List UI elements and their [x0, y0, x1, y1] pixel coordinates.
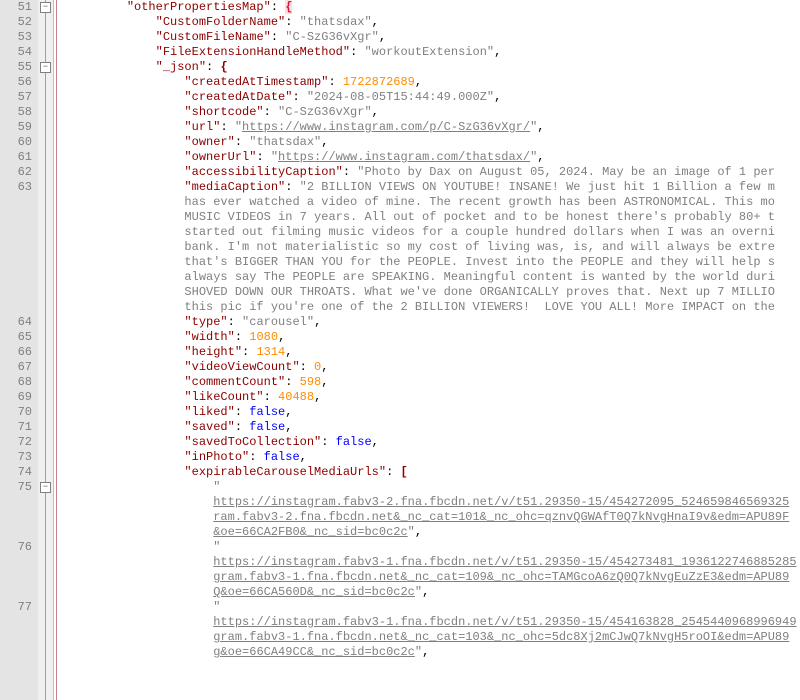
line-number: 64 — [4, 315, 32, 330]
code-line: gram.fabv3-1.fna.fbcdn.net&_nc_cat=109&_… — [62, 570, 800, 585]
code-line: "shortcode": "C-SzG36vXgr", — [62, 105, 800, 120]
code-line: "likeCount": 40488, — [62, 390, 800, 405]
code-line: "createdAtTimestamp": 1722872689, — [62, 75, 800, 90]
line-number: 59 — [4, 120, 32, 135]
code-line: that's BIGGER THAN YOU for the PEOPLE. I… — [62, 255, 800, 270]
code-line: "_json": { — [62, 60, 800, 75]
code-line: "commentCount": 598, — [62, 375, 800, 390]
line-number: 75 — [4, 480, 32, 495]
code-line: "owner": "thatsdax", — [62, 135, 800, 150]
line-number: 54 — [4, 45, 32, 60]
line-number: 51 — [4, 0, 32, 15]
code-line: "type": "carousel", — [62, 315, 800, 330]
code-area[interactable]: "otherPropertiesMap": { "CustomFolderNam… — [60, 0, 800, 700]
margin-indicator — [54, 0, 60, 700]
line-number: 72 — [4, 435, 32, 450]
code-line: "saved": false, — [62, 420, 800, 435]
fold-toggle-icon[interactable]: − — [40, 482, 51, 493]
code-line: "inPhoto": false, — [62, 450, 800, 465]
line-number-gutter: 51525354555657585960616263 64656667686970… — [0, 0, 38, 700]
code-line: https://instagram.fabv3-2.fna.fbcdn.net/… — [62, 495, 800, 510]
code-line: MUSIC VIDEOS in 7 years. All out of pock… — [62, 210, 800, 225]
fold-toggle-icon[interactable]: − — [40, 62, 51, 73]
code-line: "height": 1314, — [62, 345, 800, 360]
code-line: bank. I'm not materialistic so my cost o… — [62, 240, 800, 255]
line-number: 61 — [4, 150, 32, 165]
code-line: "CustomFileName": "C-SzG36vXgr", — [62, 30, 800, 45]
code-line: has ever watched a video of mine. The re… — [62, 195, 800, 210]
code-line: https://instagram.fabv3-1.fna.fbcdn.net/… — [62, 615, 800, 630]
code-line: gram.fabv3-1.fna.fbcdn.net&_nc_cat=103&_… — [62, 630, 800, 645]
code-line: "mediaCaption": "2 BILLION VIEWS ON YOUT… — [62, 180, 800, 195]
line-number: 65 — [4, 330, 32, 345]
code-line: "otherPropertiesMap": { — [62, 0, 800, 15]
fold-column[interactable]: − − − — [38, 0, 54, 700]
line-number: 60 — [4, 135, 32, 150]
line-number: 69 — [4, 390, 32, 405]
code-line: this pic if you're one of the 2 BILLION … — [62, 300, 800, 315]
code-line: always say The PEOPLE are SPEAKING. Mean… — [62, 270, 800, 285]
line-number: 77 — [4, 600, 32, 615]
line-number: 73 — [4, 450, 32, 465]
line-number: 55 — [4, 60, 32, 75]
code-line: "ownerUrl": "https://www.instagram.com/t… — [62, 150, 800, 165]
line-number: 66 — [4, 345, 32, 360]
code-line: "liked": false, — [62, 405, 800, 420]
code-line: g&oe=66CA49CC&_nc_sid=bc0c2c", — [62, 645, 800, 660]
code-line: "accessibilityCaption": "Photo by Dax on… — [62, 165, 800, 180]
line-number: 53 — [4, 30, 32, 45]
line-number: 58 — [4, 105, 32, 120]
code-line: ram.fabv3-2.fna.fbcdn.net&_nc_cat=101&_n… — [62, 510, 800, 525]
code-line: "FileExtensionHandleMethod": "workoutExt… — [62, 45, 800, 60]
line-number: 57 — [4, 90, 32, 105]
line-number: 56 — [4, 75, 32, 90]
code-line: https://instagram.fabv3-1.fna.fbcdn.net/… — [62, 555, 800, 570]
line-number: 76 — [4, 540, 32, 555]
code-line: "expirableCarouselMediaUrls": [ — [62, 465, 800, 480]
code-line: Q&oe=66CA560D&_nc_sid=bc0c2c", — [62, 585, 800, 600]
line-number: 74 — [4, 465, 32, 480]
code-line: "url": "https://www.instagram.com/p/C-Sz… — [62, 120, 800, 135]
line-number: 62 — [4, 165, 32, 180]
line-number: 71 — [4, 420, 32, 435]
code-editor: 51525354555657585960616263 64656667686970… — [0, 0, 800, 700]
line-number: 68 — [4, 375, 32, 390]
line-number: 67 — [4, 360, 32, 375]
fold-toggle-icon[interactable]: − — [40, 2, 51, 13]
line-number: 70 — [4, 405, 32, 420]
code-line: "videoViewCount": 0, — [62, 360, 800, 375]
line-number: 52 — [4, 15, 32, 30]
code-line: started out filming music videos for a c… — [62, 225, 800, 240]
code-line: " — [62, 480, 800, 495]
code-line: SHOVED DOWN OUR THROATS. What we've done… — [62, 285, 800, 300]
code-line: "CustomFolderName": "thatsdax", — [62, 15, 800, 30]
code-line: "savedToCollection": false, — [62, 435, 800, 450]
code-line: " — [62, 600, 800, 615]
code-line: " — [62, 540, 800, 555]
code-line: &oe=66CA2FB0&_nc_sid=bc0c2c", — [62, 525, 800, 540]
line-number: 63 — [4, 180, 32, 195]
code-line: "createdAtDate": "2024-08-05T15:44:49.00… — [62, 90, 800, 105]
code-line: "width": 1080, — [62, 330, 800, 345]
